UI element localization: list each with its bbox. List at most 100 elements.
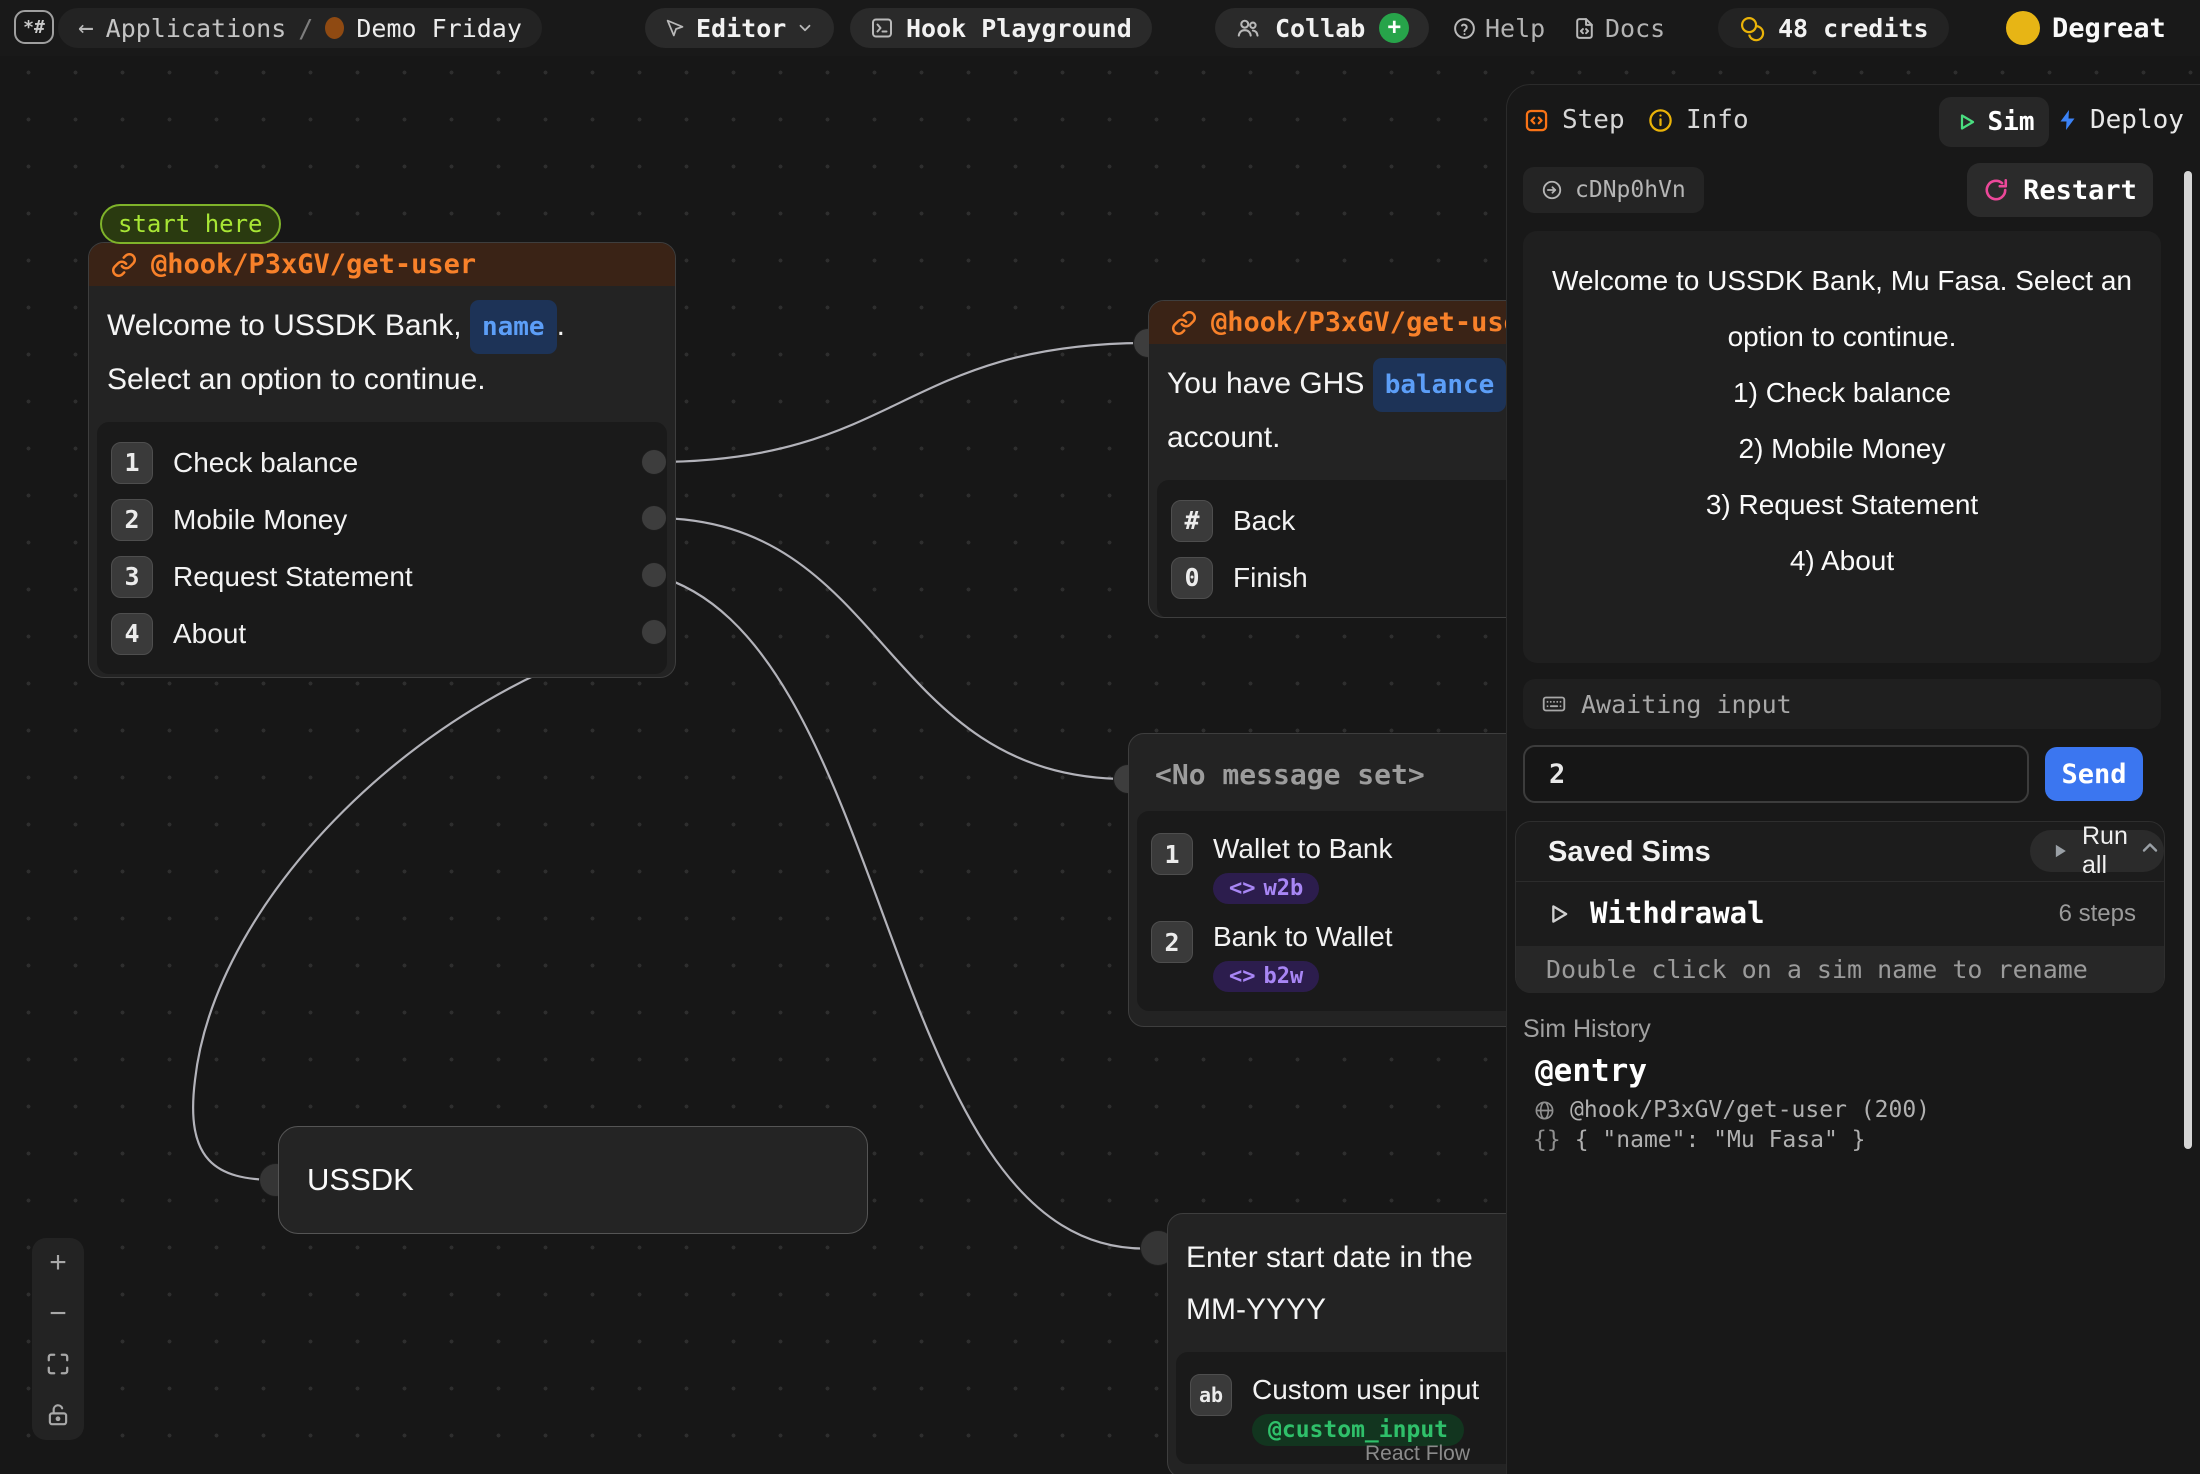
option-row[interactable]: 0 Finish xyxy=(1171,549,1525,606)
option-label: Request Statement xyxy=(173,561,413,593)
source-handle-2[interactable] xyxy=(641,505,667,531)
tab-info[interactable]: Info xyxy=(1647,105,1749,135)
node-options: 1 Wallet to Bank <>w2b 2 Bank to Wallet … xyxy=(1137,811,1519,1011)
transcript-line: 3) Request Statement xyxy=(1523,477,2161,533)
deploy-button[interactable]: Deploy xyxy=(2056,105,2184,135)
option-row[interactable]: 3 Request Statement xyxy=(111,548,653,605)
option-key: 0 xyxy=(1171,557,1213,599)
collapse-chevron-icon[interactable] xyxy=(2138,836,2162,860)
history-request: @hook/P3xGV/get-user (200) xyxy=(1570,1097,1930,1123)
message-text: MM-YYYY xyxy=(1186,1284,1528,1336)
playground-button[interactable]: Hook Playground xyxy=(850,8,1152,48)
option-row[interactable]: 1 Check balance xyxy=(111,434,653,491)
breadcrumb[interactable]: ← Applications / Demo Friday xyxy=(58,8,542,48)
tab-step[interactable]: Step xyxy=(1523,105,1625,135)
node-options: ab Custom user input @custom_input xyxy=(1176,1352,1538,1464)
lock-button[interactable] xyxy=(43,1400,73,1430)
docs-button[interactable]: Docs xyxy=(1566,8,1671,48)
restart-label: Restart xyxy=(2023,175,2137,206)
run-all-label: Run all xyxy=(2082,822,2144,880)
people-icon xyxy=(1235,15,1261,41)
sim-input-value: 2 xyxy=(1549,759,1565,790)
help-button[interactable]: Help xyxy=(1446,8,1551,48)
node-get-user[interactable]: @hook/P3xGV/get-user Welcome to USSDK Ba… xyxy=(88,242,676,678)
option-key: 1 xyxy=(111,442,153,484)
no-message-placeholder: <No message set> xyxy=(1129,734,1527,805)
session-id: cDNp0hVn xyxy=(1575,177,1686,203)
fit-view-button[interactable] xyxy=(43,1349,73,1379)
node-message: You have GHS balance account. xyxy=(1149,344,1547,464)
react-flow-attribution[interactable]: React Flow xyxy=(1365,1442,1470,1466)
history-request-row: @hook/P3xGV/get-user (200) xyxy=(1533,1097,1930,1123)
option-label: About xyxy=(173,618,246,650)
credits-badge[interactable]: 48 credits xyxy=(1718,8,1949,48)
node-balance[interactable]: @hook/P3xGV/get-user You have GHS balanc… xyxy=(1148,300,1548,618)
message-text: Enter start date in the xyxy=(1186,1232,1528,1284)
option-row[interactable]: 1 Wallet to Bank <>w2b xyxy=(1151,823,1505,911)
saved-sim-name[interactable]: Withdrawal xyxy=(1590,896,1765,930)
status-bar: Awaiting input xyxy=(1523,679,2161,729)
ussdk-label: USSDK xyxy=(307,1162,414,1198)
play-outline-icon[interactable] xyxy=(1544,900,1572,928)
send-button[interactable]: Send xyxy=(2045,747,2143,801)
option-key: 2 xyxy=(111,499,153,541)
user-avatar[interactable] xyxy=(2006,11,2040,45)
chevron-down-icon xyxy=(796,19,814,37)
docs-label: Docs xyxy=(1605,14,1665,43)
globe-icon xyxy=(1533,1099,1556,1122)
option-label: Custom user input xyxy=(1252,1374,1479,1406)
message-text: You have GHS xyxy=(1167,367,1364,400)
option-tag-chip: <>w2b xyxy=(1213,873,1319,904)
option-row[interactable]: # Back xyxy=(1171,492,1525,549)
node-momo-menu[interactable]: <No message set> 1 Wallet to Bank <>w2b … xyxy=(1128,733,1528,1027)
sim-button[interactable]: Sim xyxy=(1939,97,2049,147)
breadcrumb-section[interactable]: Applications xyxy=(106,14,287,43)
user-name[interactable]: Degreat xyxy=(2052,13,2166,44)
zoom-in-button[interactable]: + xyxy=(43,1248,73,1278)
variable-chip: balance xyxy=(1373,358,1507,412)
code-glyph-icon: <> xyxy=(1229,964,1256,989)
node-message: Enter start date in the MM-YYYY xyxy=(1168,1214,1546,1336)
saved-sim-row[interactable]: Withdrawal 6 steps xyxy=(1516,882,2164,946)
send-label: Send xyxy=(2061,759,2126,790)
source-handle-4[interactable] xyxy=(641,619,667,645)
node-hook-header: @hook/P3xGV/get-user xyxy=(1149,301,1547,344)
collab-button[interactable]: Collab + xyxy=(1215,8,1429,48)
option-row[interactable]: 4 About xyxy=(111,605,653,662)
option-row[interactable]: ab Custom user input @custom_input xyxy=(1190,1364,1524,1452)
restart-button[interactable]: Restart xyxy=(1967,163,2153,217)
link-icon xyxy=(111,252,137,278)
play-icon xyxy=(2050,841,2070,861)
node-ussdk[interactable]: USSDK xyxy=(278,1126,868,1234)
source-handle-3[interactable] xyxy=(641,562,667,588)
node-date-input[interactable]: Enter start date in the MM-YYYY ab Custo… xyxy=(1167,1213,1547,1474)
back-arrow-icon[interactable]: ← xyxy=(78,13,94,43)
source-handle-1[interactable] xyxy=(641,449,667,475)
history-payload-row: {} { "name": "Mu Fasa" } xyxy=(1533,1127,1866,1153)
session-icon xyxy=(1541,179,1563,201)
app-window: *# ← Applications / Demo Friday Editor H… xyxy=(0,0,2200,1474)
breadcrumb-separator: / xyxy=(298,14,313,43)
sim-input-field[interactable]: 2 xyxy=(1523,745,2029,803)
hook-label: @hook/P3xGV/get-user xyxy=(151,249,476,280)
app-logo-icon[interactable]: *# xyxy=(14,10,54,44)
info-icon xyxy=(1647,107,1674,134)
panel-scrollbar[interactable] xyxy=(2184,171,2192,1149)
transcript-line: option to continue. xyxy=(1523,309,2161,365)
zoom-out-button[interactable]: − xyxy=(43,1299,73,1329)
option-row[interactable]: 2 Mobile Money xyxy=(111,491,653,548)
saved-sims-card: Saved Sims Run all Withdrawal 6 steps Do… xyxy=(1515,821,2165,993)
history-payload: { "name": "Mu Fasa" } xyxy=(1575,1127,1866,1153)
doc-code-icon xyxy=(1572,16,1597,41)
code-glyph-icon: <> xyxy=(1229,876,1256,901)
editor-mode-dropdown[interactable]: Editor xyxy=(645,8,834,48)
option-key-ab: ab xyxy=(1190,1374,1232,1416)
link-icon xyxy=(1171,310,1197,336)
option-row[interactable]: 2 Bank to Wallet <>b2w xyxy=(1151,911,1505,999)
saved-sim-steps: 6 steps xyxy=(2059,900,2136,928)
sim-button-label: Sim xyxy=(1988,107,2035,137)
option-label: Bank to Wallet xyxy=(1213,921,1392,953)
collab-add-icon[interactable]: + xyxy=(1379,13,1409,43)
breadcrumb-project[interactable]: Demo Friday xyxy=(356,14,522,43)
option-key: 3 xyxy=(111,556,153,598)
